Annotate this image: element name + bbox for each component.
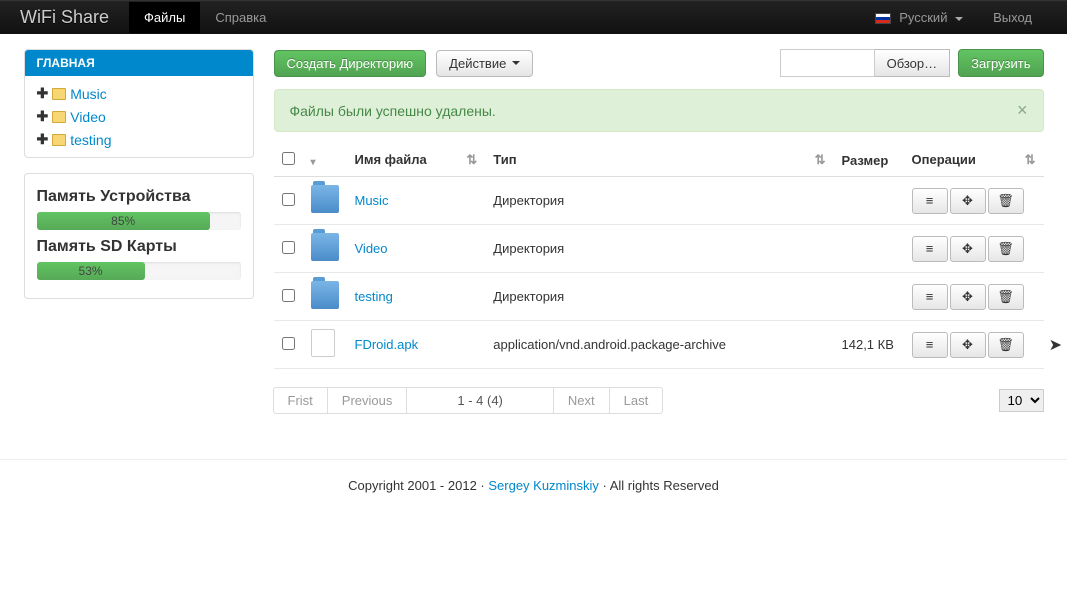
browse-button[interactable]: Обзор… (875, 49, 951, 77)
upload-button[interactable]: Загрузить (958, 49, 1043, 77)
storage-title: Память Устройства (37, 188, 241, 206)
logout-link[interactable]: Выход (978, 2, 1047, 33)
folder-icon (52, 88, 66, 100)
col-type[interactable]: Тип⇅ (485, 144, 833, 177)
folder-icon (52, 134, 66, 146)
page-last[interactable]: Last (609, 387, 664, 414)
file-type: application/vnd.android.package-archive (485, 321, 833, 369)
sort-icon: ⇅ (466, 152, 477, 168)
file-input[interactable] (780, 49, 875, 77)
folder-icon (311, 233, 339, 261)
delete-button[interactable]: 🗑 (988, 332, 1024, 358)
page-info: 1 - 4 (4) (406, 387, 554, 414)
tree-link[interactable]: testing (70, 132, 111, 148)
author-link[interactable]: Sergey Kuzminskiy (488, 478, 599, 493)
page-first[interactable]: Frist (273, 387, 328, 414)
navbar: WiFi Share Файлы Справка Русский Выход (0, 0, 1067, 34)
brand: WiFi Share (20, 7, 129, 28)
move-button[interactable]: ✥ (950, 284, 986, 310)
file-size: 142,1 КВ (834, 321, 904, 369)
action-dropdown[interactable]: Действие (436, 50, 533, 77)
folder-icon (52, 111, 66, 123)
move-button[interactable]: ✥ (950, 332, 986, 358)
sort-icon: ⇅ (815, 152, 826, 168)
row-checkbox[interactable] (282, 289, 295, 302)
storage-title: Память SD Карты (37, 238, 241, 256)
move-button[interactable]: ✥ (950, 236, 986, 262)
expand-icon[interactable]: ✚ (37, 131, 49, 148)
footer: Copyright 2001 - 2012 · Sergey Kuzminski… (0, 459, 1067, 511)
file-type: Директория (485, 225, 833, 273)
list-button[interactable]: ≡ (912, 332, 948, 358)
copyright-post: · All rights Reserved (599, 478, 719, 493)
action-label: Действие (449, 56, 506, 71)
file-name-link[interactable]: testing (355, 289, 393, 304)
row-checkbox[interactable] (282, 337, 295, 350)
language-dropdown[interactable]: Русский (860, 2, 979, 33)
home-header[interactable]: ГЛАВНАЯ (25, 50, 253, 76)
alert-close-button[interactable]: × (1017, 100, 1028, 121)
cursor-icon: ➤ (1049, 335, 1062, 355)
nav-tree-panel: ГЛАВНАЯ ✚ Music✚ Video✚ testing (24, 49, 254, 158)
file-name-link[interactable]: FDroid.apk (355, 337, 419, 352)
caret-down-icon (955, 17, 963, 21)
list-button[interactable]: ≡ (912, 284, 948, 310)
nav-files[interactable]: Файлы (129, 2, 200, 33)
page-size-select[interactable]: 10 (999, 389, 1044, 412)
file-size (834, 273, 904, 321)
delete-button[interactable]: 🗑 (988, 188, 1024, 214)
file-size (834, 225, 904, 273)
tree-link[interactable]: Music (70, 86, 107, 102)
file-name-link[interactable]: Video (355, 241, 388, 256)
table-row: FDroid.apk application/vnd.android.packag… (274, 321, 1044, 369)
select-all-checkbox[interactable] (282, 152, 295, 165)
delete-button[interactable]: 🗑 (988, 236, 1024, 262)
language-label: Русский (899, 10, 947, 25)
row-checkbox[interactable] (282, 241, 295, 254)
move-button[interactable]: ✥ (950, 188, 986, 214)
file-type: Директория (485, 177, 833, 225)
pagination: Frist Previous 1 - 4 (4) Next Last 10 (274, 387, 1044, 414)
expand-icon[interactable]: ✚ (37, 108, 49, 125)
tree-link[interactable]: Video (70, 109, 106, 125)
storage-progress: 53% (37, 262, 241, 280)
sort-icon: ⇅ (1025, 152, 1036, 168)
delete-button[interactable]: 🗑 (988, 284, 1024, 310)
progress-bar: 53% (37, 262, 145, 280)
tree-item[interactable]: ✚ testing (25, 128, 253, 151)
progress-bar: 85% (37, 212, 210, 230)
file-name-link[interactable]: Music (355, 193, 389, 208)
sort-icon[interactable]: ▾ (311, 157, 316, 168)
expand-icon[interactable]: ✚ (37, 85, 49, 102)
nav-help[interactable]: Справка (200, 2, 281, 33)
folder-icon (311, 185, 339, 213)
list-button[interactable]: ≡ (912, 236, 948, 262)
caret-down-icon (512, 61, 520, 65)
tree-item[interactable]: ✚ Music (25, 82, 253, 105)
col-ops[interactable]: Операции⇅ (904, 144, 1044, 177)
tree-item[interactable]: ✚ Video (25, 105, 253, 128)
create-directory-button[interactable]: Создать Директорию (274, 50, 427, 77)
copyright-pre: Copyright 2001 - 2012 · (348, 478, 488, 493)
file-type: Директория (485, 273, 833, 321)
success-alert: Файлы были успешно удалены. × (274, 89, 1044, 132)
table-row: Video Директория ≡✥🗑 (274, 225, 1044, 273)
flag-ru-icon (875, 13, 891, 24)
page-previous[interactable]: Previous (327, 387, 408, 414)
files-table: ▾ Имя файла⇅ Тип⇅ Размер Операции⇅ Music… (274, 144, 1044, 369)
col-size[interactable]: Размер (834, 144, 904, 177)
row-checkbox[interactable] (282, 193, 295, 206)
file-icon (311, 329, 335, 357)
storage-panel: Память Устройства 85% Память SD Карты 53% (24, 173, 254, 299)
folder-icon (311, 281, 339, 309)
col-name[interactable]: Имя файла⇅ (347, 144, 486, 177)
alert-message: Файлы были успешно удалены. (290, 103, 496, 119)
table-row: testing Директория ≡✥🗑 (274, 273, 1044, 321)
table-row: Music Директория ≡✥🗑 (274, 177, 1044, 225)
file-size (834, 177, 904, 225)
storage-progress: 85% (37, 212, 241, 230)
list-button[interactable]: ≡ (912, 188, 948, 214)
page-next[interactable]: Next (553, 387, 610, 414)
